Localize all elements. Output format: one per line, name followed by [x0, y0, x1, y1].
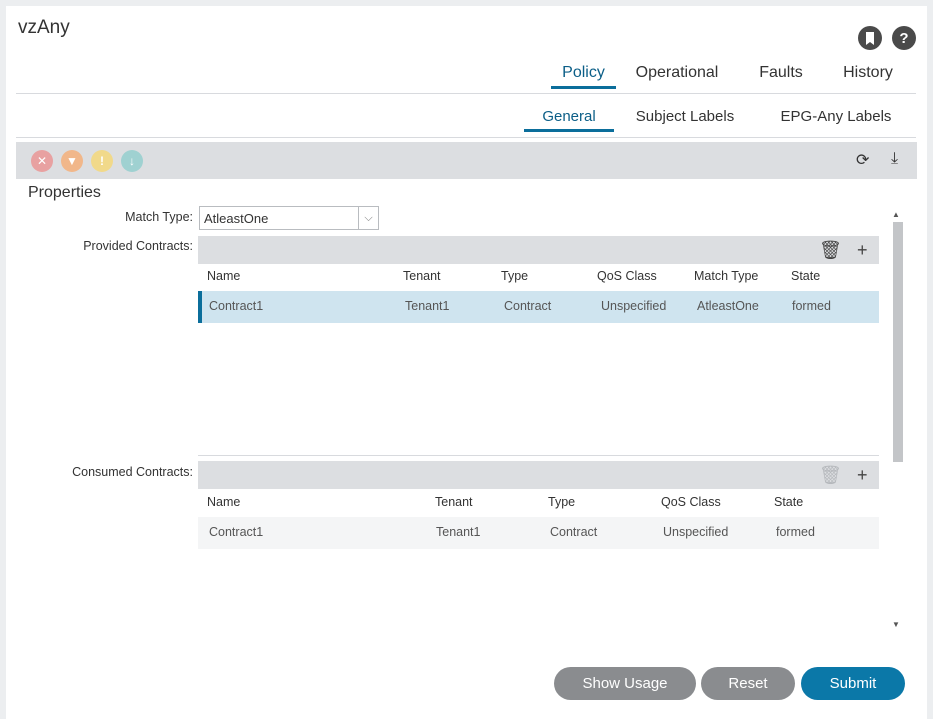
provided-header-state[interactable]: State — [791, 269, 820, 283]
provided-contracts-toolbar: 🗑 + — [198, 236, 879, 264]
download-icon[interactable]: ⤓ — [891, 150, 898, 168]
cell-tenant: Tenant1 — [436, 525, 481, 539]
provided-header-name[interactable]: Name — [207, 269, 240, 283]
tab-history[interactable]: History — [840, 64, 896, 82]
tab-policy[interactable]: Policy — [551, 64, 616, 89]
scrollbar-thumb[interactable] — [893, 222, 903, 462]
match-type-value: AtleastOne — [204, 211, 269, 226]
consumed-contracts-toolbar: 🗑 + — [198, 461, 879, 489]
reset-button[interactable]: Reset — [701, 667, 795, 700]
cell-type: Contract — [504, 299, 552, 313]
properties-title: Properties — [28, 184, 101, 201]
consumed-header-tenant[interactable]: Tenant — [435, 495, 473, 509]
tab-general[interactable]: General — [524, 108, 614, 132]
tab-operational[interactable]: Operational — [634, 64, 720, 82]
consumed-header-type[interactable]: Type — [548, 495, 575, 509]
minor-fault-icon[interactable]: ! — [91, 150, 113, 172]
provided-header-qos[interactable]: QoS Class — [597, 269, 657, 283]
page-title: vzAny — [18, 17, 70, 38]
cell-state: formed — [776, 525, 815, 539]
section-divider — [198, 455, 879, 456]
table-row[interactable]: Contract1 Tenant1 Contract Unspecified f… — [198, 517, 879, 549]
cell-qos: Unspecified — [663, 525, 729, 539]
trash-icon: 🗑 — [819, 465, 842, 485]
provided-contracts-label: Provided Contracts: — [83, 239, 193, 253]
provided-header-tenant[interactable]: Tenant — [403, 269, 441, 283]
add-icon[interactable]: + — [857, 240, 868, 261]
bookmark-icon[interactable] — [858, 26, 882, 50]
consumed-contracts-label: Consumed Contracts: — [72, 465, 193, 479]
submit-button[interactable]: Submit — [801, 667, 905, 700]
match-type-label: Match Type: — [125, 210, 193, 224]
match-type-select[interactable]: AtleastOne ⌵ — [199, 206, 379, 230]
subtabs-divider — [16, 137, 916, 138]
cell-match-type: AtleastOne — [697, 299, 759, 313]
provided-header-match-type[interactable]: Match Type — [694, 269, 758, 283]
table-row[interactable]: Contract1 Tenant1 Contract Unspecified A… — [198, 291, 879, 323]
tabs-divider — [16, 93, 916, 94]
cell-qos: Unspecified — [601, 299, 667, 313]
scroll-up-icon[interactable]: ▲ — [892, 210, 900, 219]
help-icon[interactable]: ? — [892, 26, 916, 50]
tab-faults[interactable]: Faults — [756, 64, 806, 82]
refresh-icon[interactable]: ⟳ — [856, 150, 869, 170]
consumed-header-name[interactable]: Name — [207, 495, 240, 509]
consumed-header-qos[interactable]: QoS Class — [661, 495, 721, 509]
tab-epg-any-labels[interactable]: EPG-Any Labels — [776, 108, 896, 125]
cell-name: Contract1 — [209, 525, 264, 539]
vzany-panel: vzAny ? Policy Operational Faults Histor… — [6, 6, 927, 719]
cell-name: Contract1 — [209, 299, 264, 313]
cell-tenant: Tenant1 — [405, 299, 450, 313]
tab-subject-labels[interactable]: Subject Labels — [630, 108, 740, 125]
add-icon[interactable]: + — [857, 465, 868, 486]
cell-type: Contract — [550, 525, 598, 539]
major-fault-icon[interactable]: ▼ — [61, 150, 83, 172]
consumed-header-state[interactable]: State — [774, 495, 803, 509]
cell-state: formed — [792, 299, 831, 313]
warning-fault-icon[interactable]: ↓ — [121, 150, 143, 172]
chevron-down-icon: ⌵ — [358, 207, 378, 229]
trash-icon[interactable]: 🗑 — [819, 240, 842, 261]
scroll-down-icon[interactable]: ▼ — [892, 620, 900, 629]
critical-fault-icon[interactable]: ✕ — [31, 150, 53, 172]
show-usage-button[interactable]: Show Usage — [554, 667, 696, 700]
fault-toolbar: ✕ ▼ ! ↓ ⟳ ⤓ — [16, 142, 917, 179]
provided-header-type[interactable]: Type — [501, 269, 528, 283]
